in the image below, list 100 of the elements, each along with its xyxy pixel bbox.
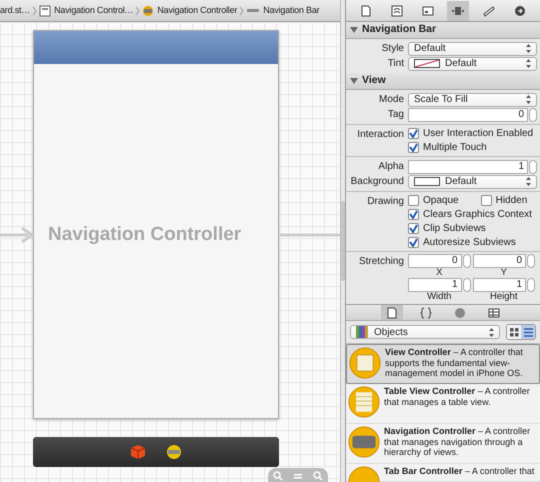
updown-arrows-icon bbox=[526, 44, 531, 53]
section-title: Navigation Bar bbox=[362, 22, 436, 38]
filter-popup[interactable]: Objects bbox=[350, 325, 500, 339]
checkbox-label: Autoresize Subviews bbox=[423, 236, 516, 250]
item-description: Tab Bar Controller – A controller that bbox=[384, 466, 534, 478]
number-field[interactable]: 0 bbox=[408, 108, 528, 122]
checkbox-label: User Interaction Enabled bbox=[423, 127, 534, 141]
file-icon bbox=[360, 4, 372, 16]
braces-icon bbox=[420, 306, 432, 318]
checkbox[interactable] bbox=[408, 142, 419, 153]
controller-icon bbox=[348, 426, 380, 458]
updown-arrows-icon bbox=[489, 328, 494, 336]
field-label: Drawing bbox=[367, 196, 404, 207]
updown-arrows-icon bbox=[526, 95, 531, 104]
identity-icon bbox=[422, 4, 434, 16]
popup-value: Default bbox=[414, 42, 446, 56]
grid-view-button[interactable] bbox=[507, 325, 521, 339]
field-label: Mode bbox=[378, 94, 404, 105]
segue-line bbox=[280, 232, 340, 238]
scene-title: Navigation Controller bbox=[48, 223, 242, 247]
field-label: Interaction bbox=[357, 129, 404, 140]
file-icon bbox=[386, 306, 398, 318]
slider-icon bbox=[452, 4, 464, 16]
field-label: Tint bbox=[388, 58, 404, 69]
scene-icon bbox=[39, 4, 52, 16]
number-field[interactable]: 1 bbox=[408, 160, 528, 174]
field-caption: X bbox=[435, 268, 444, 278]
checkbox[interactable] bbox=[408, 128, 419, 139]
popup-value: Scale To Fill bbox=[414, 93, 468, 107]
number-field[interactable]: 1 bbox=[408, 278, 462, 292]
section-header[interactable]: Navigation Bar bbox=[346, 22, 540, 39]
breadcrumb-item[interactable]: Navigation Bar bbox=[263, 4, 320, 18]
field-label: Alpha bbox=[378, 161, 404, 172]
checkbox[interactable] bbox=[480, 195, 492, 206]
field-caption: Width bbox=[426, 292, 452, 302]
stepper[interactable] bbox=[529, 160, 537, 174]
section-header[interactable]: View bbox=[346, 73, 540, 90]
grid-icon bbox=[510, 328, 518, 336]
checkbox-label: Hidden bbox=[496, 194, 528, 208]
checkbox-label: Clears Graphics Context bbox=[423, 208, 532, 222]
chevron-icon bbox=[32, 6, 38, 16]
item-description: Navigation Controller – A controller that manages navigation through a hierarchy of views. bbox=[384, 426, 532, 459]
arrow-circle-icon bbox=[514, 4, 526, 16]
number-field[interactable]: 0 bbox=[408, 254, 462, 268]
media-icon bbox=[488, 306, 500, 318]
breadcrumb-item[interactable]: ard.st… bbox=[0, 4, 30, 18]
chevron-icon bbox=[239, 6, 244, 16]
library-tab[interactable] bbox=[381, 305, 403, 320]
popup-value: Default bbox=[445, 57, 477, 71]
filter-value: Objects bbox=[374, 326, 408, 340]
checkbox[interactable] bbox=[408, 223, 419, 234]
stepper[interactable] bbox=[462, 254, 470, 268]
popup-value: Default bbox=[445, 175, 477, 189]
controller-icon bbox=[348, 386, 380, 418]
list-icon bbox=[524, 328, 532, 336]
number-field[interactable]: 0 bbox=[472, 254, 526, 268]
library-item[interactable]: Tab Bar Controller – A controller that bbox=[346, 464, 540, 482]
library-icon bbox=[356, 326, 370, 338]
splitter-handle[interactable] bbox=[341, 201, 345, 281]
checkbox-label: Multiple Touch bbox=[423, 141, 487, 155]
chevron-icon bbox=[135, 6, 140, 16]
checkbox-label: Opaque bbox=[423, 194, 459, 208]
field-caption: Y bbox=[500, 268, 508, 278]
item-description: Table View Controller – A controller that manages a table view. bbox=[384, 386, 531, 409]
scene-view[interactable] bbox=[33, 30, 279, 419]
popup-button[interactable]: Default bbox=[408, 42, 537, 56]
popup-button[interactable]: Default bbox=[408, 174, 537, 188]
library-item[interactable]: Navigation Controller – A controller that manages navigation through a hierarchy of views. bbox=[346, 424, 540, 464]
field-label: Stretching bbox=[358, 256, 404, 267]
breadcrumb-item[interactable]: Navigation Controller bbox=[157, 4, 238, 18]
field-caption: Height bbox=[489, 292, 518, 302]
checkbox[interactable] bbox=[408, 237, 419, 248]
breadcrumb-item[interactable]: Navigation Control… bbox=[54, 4, 134, 18]
field-label: Tag bbox=[388, 109, 404, 120]
controller-icon bbox=[349, 347, 381, 379]
updown-arrows-icon bbox=[526, 177, 531, 186]
number-field[interactable]: 1 bbox=[472, 278, 526, 292]
checkbox[interactable] bbox=[408, 209, 419, 220]
disclosure-triangle-icon[interactable] bbox=[350, 78, 358, 84]
updown-arrows-icon bbox=[526, 59, 531, 68]
stepper[interactable] bbox=[527, 278, 535, 292]
inspector-tab[interactable] bbox=[447, 0, 470, 20]
library-item[interactable]: Table View Controller – A controller that manages a table view. bbox=[346, 384, 540, 424]
item-description: View Controller – A controller that supports the fundamental view-management model in iPhone OS. bbox=[385, 347, 524, 380]
stepper[interactable] bbox=[529, 108, 537, 122]
disclosure-triangle-icon[interactable] bbox=[350, 27, 358, 33]
stepper[interactable] bbox=[462, 278, 470, 292]
checkbox-label: Clip Subviews bbox=[423, 222, 486, 236]
field-label: Style bbox=[382, 43, 404, 54]
section-title: View bbox=[362, 73, 386, 88]
segue-arrow-icon bbox=[0, 225, 33, 245]
controller-icon[interactable] bbox=[166, 444, 182, 460]
controller-icon bbox=[142, 4, 154, 16]
field-label: Background bbox=[350, 176, 404, 187]
stepper[interactable] bbox=[527, 254, 535, 268]
library-item[interactable]: View Controller – A controller that supports the fundamental view-management model in iPhone OS. bbox=[346, 344, 540, 384]
popup-button[interactable]: Scale To Fill bbox=[408, 92, 537, 106]
popup-button[interactable]: Default bbox=[408, 56, 537, 70]
checkbox[interactable] bbox=[408, 195, 419, 206]
list-view-button[interactable] bbox=[521, 325, 535, 339]
